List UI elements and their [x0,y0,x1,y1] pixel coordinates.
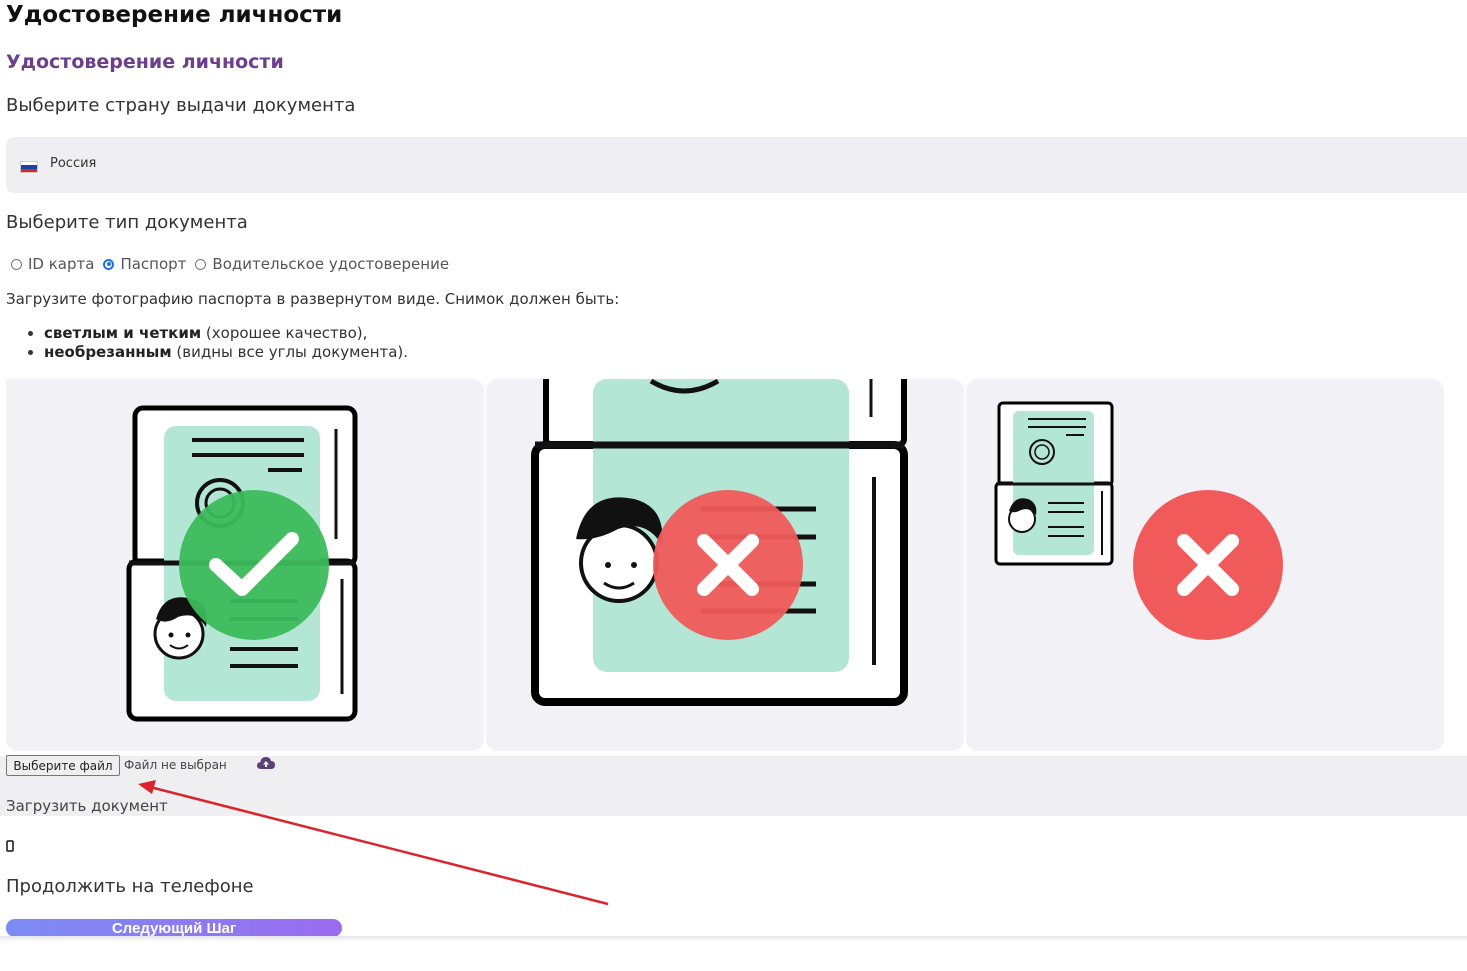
cloud-upload-icon[interactable] [257,756,275,770]
document-type-heading: Выберите тип документа [6,212,248,233]
radio-id-card[interactable] [11,258,22,270]
footer-divider [0,936,1467,942]
passport-open-illustration [126,405,358,722]
passport-small-illustration [994,401,1283,640]
choose-file-button[interactable]: Выберите файл [6,755,120,776]
passport-cropped-illustration [531,379,908,706]
radio-driver-license-label[interactable]: Водительское удостоверение [212,255,449,273]
page-title: Удостоверение личности [6,2,343,28]
radio-passport[interactable] [103,258,115,270]
radio-driver-license[interactable] [195,258,207,270]
russia-flag-icon [20,161,38,173]
list-item: необрезанным (видны все углы документа). [44,343,408,362]
cross-icon [1133,490,1283,640]
radio-passport-label[interactable]: Паспорт [120,255,186,273]
example-good-photo [6,379,484,751]
country-selected-value: Россия [50,156,97,171]
phone-icon [6,840,14,852]
next-step-button[interactable]: Следующий Шаг [6,919,342,937]
country-heading: Выберите страну выдачи документа [6,95,356,116]
document-type-radio-group: ID карта Паспорт Водительское удостовере… [6,255,453,273]
country-select[interactable]: Россия [6,137,1467,193]
radio-id-card-label[interactable]: ID карта [28,255,94,273]
continue-on-phone-heading[interactable]: Продолжить на телефоне [6,876,254,897]
upload-instructions: Загрузите фотографию паспорта в разверну… [6,290,620,308]
upload-document-label[interactable]: Загрузить документ [6,797,168,815]
check-icon [179,490,329,640]
requirements-list: светлым и четким (хорошее качество), нео… [24,324,408,362]
cross-icon [653,490,803,640]
file-status: Файл не выбран [124,758,227,772]
example-cropped-photo [486,379,964,751]
example-small-photo [966,379,1444,751]
section-title: Удостоверение личности [6,51,284,73]
list-item: светлым и четким (хорошее качество), [44,324,408,343]
